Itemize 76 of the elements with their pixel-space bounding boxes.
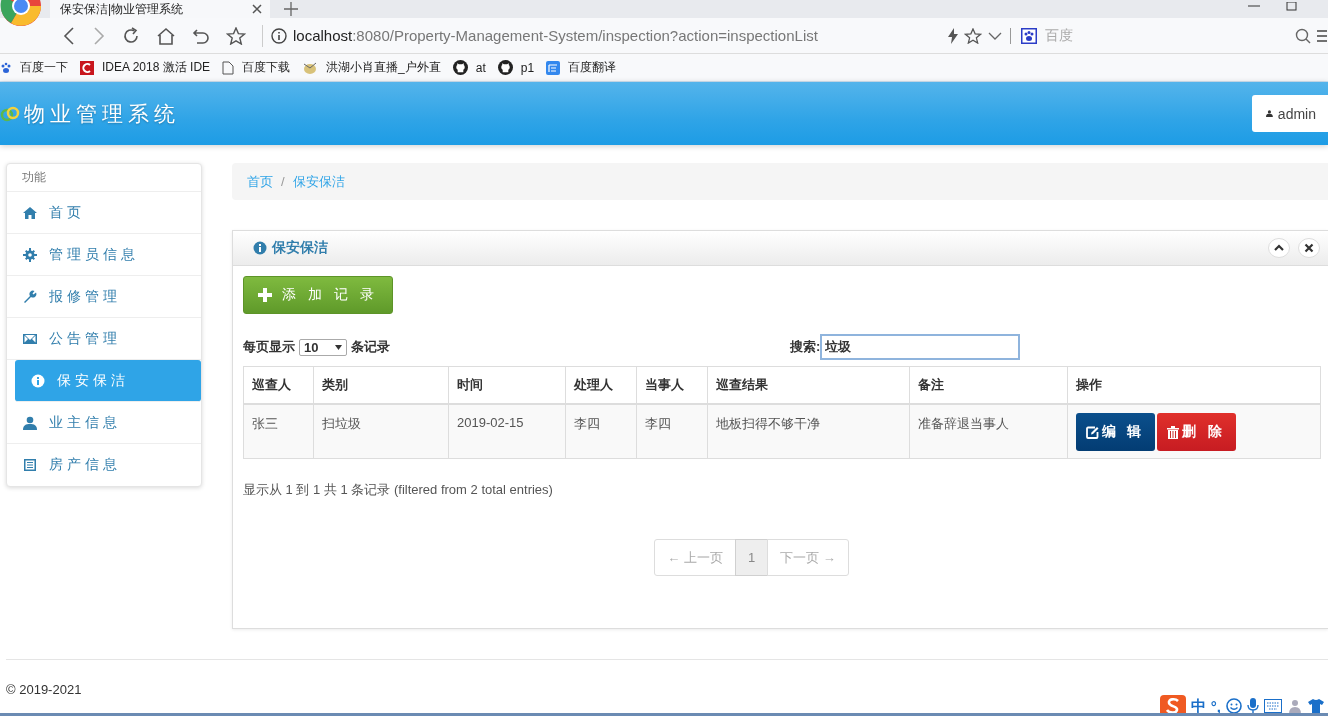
- caret-icon: [335, 344, 342, 350]
- page-size-label: 条记录: [351, 338, 390, 356]
- delete-button[interactable]: 删 除: [1157, 413, 1236, 451]
- bookmark-link[interactable]: 洪湖小肖直播_户外直: [326, 59, 441, 76]
- reload-icon[interactable]: [122, 26, 140, 45]
- list-icon: [23, 458, 37, 472]
- sidebar-item[interactable]: 首 页: [7, 192, 201, 234]
- sidebar-item[interactable]: 业 主 信 息: [7, 402, 201, 444]
- smiley-icon[interactable]: [1226, 698, 1242, 714]
- letter-logo-icon[interactable]: [80, 60, 94, 75]
- table-cell: 张三: [243, 404, 314, 458]
- sidebar-item[interactable]: 报 修 管 理: [7, 276, 201, 318]
- table-info: 显示从 1 到 1 共 1 条记录 (filtered from 2 total entries): [243, 480, 554, 499]
- restore-icon[interactable]: [1286, 2, 1298, 12]
- paw-icon[interactable]: [0, 61, 12, 74]
- menu-icon[interactable]: [1316, 28, 1327, 43]
- new-tab-icon[interactable]: [284, 2, 298, 16]
- info-icon: [253, 241, 267, 255]
- table-cell: 2019-02-15: [448, 404, 566, 458]
- breadcrumb-separator: /: [281, 174, 285, 189]
- user-icon: [23, 415, 37, 430]
- plus-icon: [258, 288, 272, 302]
- cat-logo-icon[interactable]: [497, 60, 513, 75]
- collapse-icon[interactable]: [1268, 238, 1290, 258]
- home-icon: [23, 205, 37, 220]
- page-size-select[interactable]: 10: [299, 338, 347, 356]
- chevron-down-icon[interactable]: [987, 30, 1002, 41]
- page-icon[interactable]: [222, 60, 235, 75]
- cat-logo-icon[interactable]: [452, 60, 468, 75]
- table-cell: 扫垃圾: [313, 404, 449, 458]
- keyboard-icon[interactable]: [1264, 699, 1282, 713]
- close-icon[interactable]: [252, 4, 262, 14]
- bookmark-link[interactable]: 百度下载: [242, 59, 291, 76]
- undo-icon[interactable]: [192, 26, 210, 45]
- user-icon[interactable]: [1287, 698, 1303, 714]
- lightning-icon[interactable]: [947, 27, 958, 44]
- table-cell: 李四: [565, 404, 637, 458]
- paw-icon: [1020, 27, 1037, 44]
- ime-mode[interactable]: 中: [1190, 696, 1206, 716]
- microphone-icon[interactable]: [1247, 698, 1259, 714]
- edit-button[interactable]: 编 辑: [1076, 413, 1155, 451]
- sidebar-item[interactable]: 管 理 员 信 息: [7, 234, 201, 276]
- copyright-text: © 2019-2021: [6, 681, 82, 697]
- sidebar-heading: 功能: [7, 164, 201, 192]
- bookmark-link[interactable]: 百度翻译: [568, 59, 617, 76]
- search-field[interactable]: 垃圾: [820, 334, 1021, 360]
- panel-title: 保安保洁: [272, 239, 328, 257]
- rings-logo-icon: [0, 104, 22, 123]
- bookmark-link[interactable]: IDEA 2018 激活 IDE: [102, 59, 211, 76]
- user-menu[interactable]: admin: [1252, 95, 1328, 132]
- browser-tab[interactable]: 保安保洁|物业管理系统: [50, 0, 270, 18]
- info-icon[interactable]: [271, 27, 287, 44]
- star-icon[interactable]: [963, 27, 982, 44]
- translate-icon[interactable]: [546, 60, 561, 75]
- wrench-icon: [23, 289, 37, 304]
- user-icon: [1266, 107, 1273, 120]
- gear-icon: [23, 247, 37, 262]
- star-icon[interactable]: [226, 26, 246, 45]
- envelope-icon: [23, 331, 37, 346]
- table-cell: 地板扫得不够干净: [707, 404, 910, 458]
- bookmark-link[interactable]: at: [475, 60, 486, 75]
- bookmark-link[interactable]: p1: [520, 60, 535, 75]
- trash-icon: [1167, 425, 1180, 439]
- home-icon[interactable]: [156, 26, 176, 45]
- search-icon[interactable]: [1294, 27, 1311, 44]
- sidebar-item[interactable]: 房 产 信 息: [7, 444, 201, 486]
- info-icon: [31, 373, 45, 388]
- edit-icon: [1085, 425, 1099, 439]
- bookmark-link[interactable]: 百度一下: [20, 59, 68, 76]
- table-cell: 李四: [636, 404, 708, 458]
- page-size-label: 每页显示: [243, 338, 295, 356]
- table-cell: 准备辞退当事人: [909, 404, 1068, 458]
- back-icon[interactable]: [62, 26, 76, 45]
- search-label: 搜索:: [790, 338, 821, 356]
- address-field[interactable]: localhost:8080/Property-Management-System/inspection?action=inspectionList: [293, 27, 818, 44]
- shirt-icon[interactable]: [1308, 698, 1324, 714]
